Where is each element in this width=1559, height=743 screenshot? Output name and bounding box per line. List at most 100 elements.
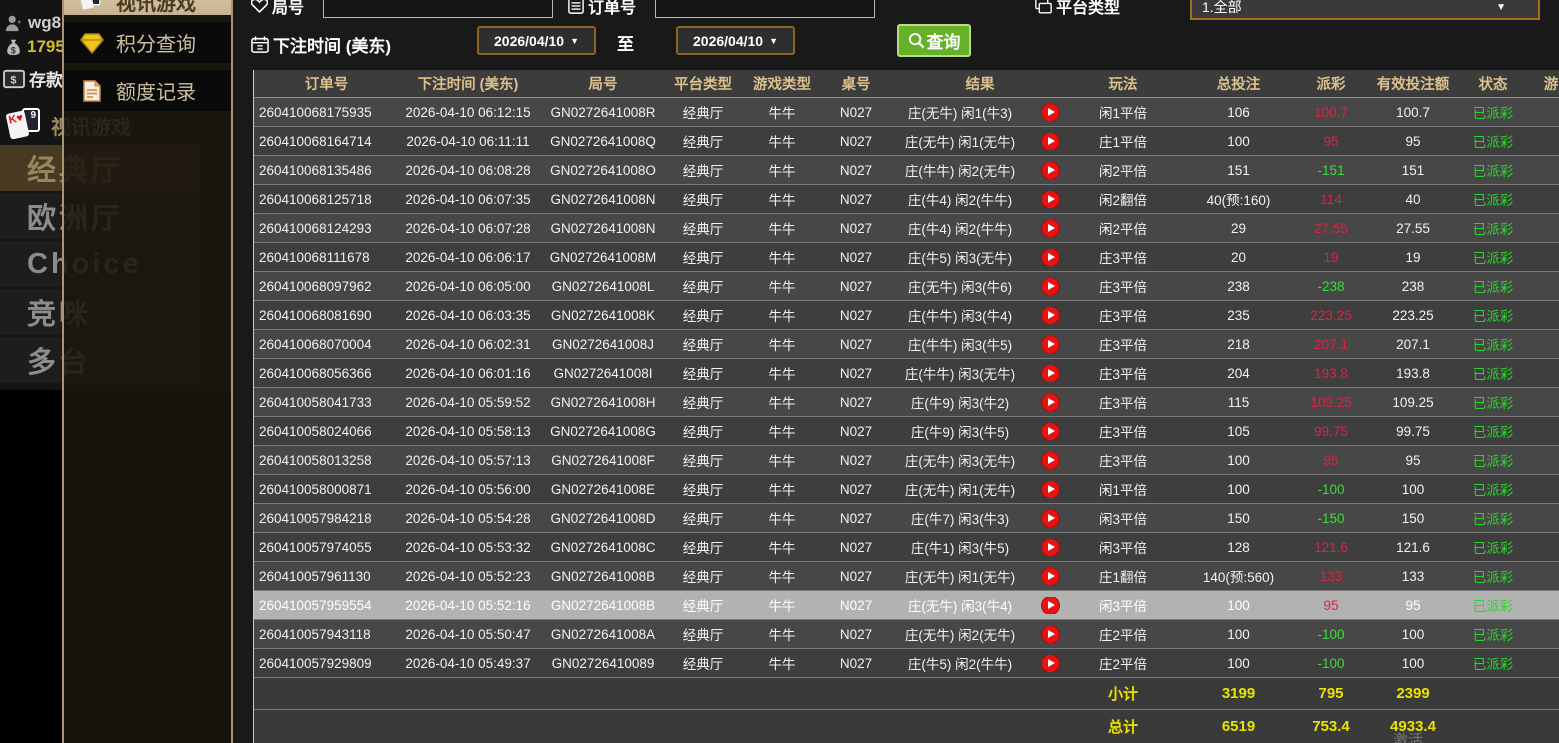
replay-icon[interactable] <box>1042 452 1059 469</box>
game-type: 牛牛 <box>742 276 822 296</box>
replay-icon[interactable] <box>1042 365 1059 382</box>
total-bet: 100 <box>1176 482 1301 497</box>
app-window: * wg8 $ 1795 $ 存款 9K♥ 视讯游戏 经典厅欧洲厅Choice竞… <box>0 0 1559 743</box>
bet-time-label-group: 下注时间 (美东) <box>251 32 391 57</box>
date-from-picker[interactable]: 2026/04/10 ▼ <box>477 26 596 55</box>
table-row[interactable]: 2604100680979622026-04-10 06:05:00GN0272… <box>254 272 1559 301</box>
bet-time: 2026-04-10 06:02:31 <box>394 337 542 352</box>
play-cell <box>1030 626 1070 643</box>
round-number-input[interactable] <box>323 0 553 18</box>
table-row[interactable]: 2604100681759352026-04-10 06:12:15GN0272… <box>254 98 1559 127</box>
table-row[interactable]: 2604100579431182026-04-10 05:50:47GN0272… <box>254 620 1559 649</box>
table-row[interactable]: 2604100580132582026-04-10 05:57:13GN0272… <box>254 446 1559 475</box>
table-row[interactable]: 2604100681257182026-04-10 06:07:35GN0272… <box>254 185 1559 214</box>
order-number-label: 订单号 <box>588 0 636 18</box>
table-row[interactable]: 2604100580008712026-04-10 05:56:00GN0272… <box>254 475 1559 504</box>
play-cell <box>1030 539 1070 556</box>
status-badge: 已派彩 <box>1465 305 1521 325</box>
replay-icon[interactable] <box>1042 539 1059 556</box>
play-cell <box>1030 597 1070 614</box>
column-header: 游 <box>1521 73 1559 94</box>
table-row[interactable]: 2604100680563662026-04-10 06:01:16GN0272… <box>254 359 1559 388</box>
status-badge: 已派彩 <box>1465 218 1521 238</box>
replay-icon[interactable] <box>1042 423 1059 440</box>
round-number: GN0272641008H <box>542 395 664 410</box>
play-method: 庄3平倍 <box>1070 247 1176 267</box>
platform-type: 经典厅 <box>664 247 742 267</box>
table-row[interactable]: 2604100680816902026-04-10 06:03:35GN0272… <box>254 301 1559 330</box>
replay-icon[interactable] <box>1042 597 1059 614</box>
table-row[interactable]: 2604100681242932026-04-10 06:07:28GN0272… <box>254 214 1559 243</box>
status-badge: 已派彩 <box>1465 479 1521 499</box>
replay-icon[interactable] <box>1042 220 1059 237</box>
table-number: N027 <box>822 134 890 149</box>
replay-icon[interactable] <box>1042 191 1059 208</box>
column-header: 下注时间 (美东) <box>394 73 542 94</box>
game-result: 庄(无牛) 闲3(牛6) <box>890 276 1030 296</box>
column-header: 桌号 <box>822 73 890 94</box>
replay-icon[interactable] <box>1042 249 1059 266</box>
table-row[interactable]: 2604100579611302026-04-10 05:52:23GN0272… <box>254 562 1559 591</box>
table-number: N027 <box>822 366 890 381</box>
replay-icon[interactable] <box>1042 568 1059 585</box>
payout: -151 <box>1301 163 1361 178</box>
table-row[interactable]: 2604100681116782026-04-10 06:06:17GN0272… <box>254 243 1559 272</box>
game-type: 牛牛 <box>742 160 822 180</box>
order-number: 260410068097962 <box>254 279 394 294</box>
platform-type-select[interactable]: 1.全部 ▼ <box>1190 0 1540 20</box>
payout: 19 <box>1301 250 1361 265</box>
replay-icon[interactable] <box>1042 307 1059 324</box>
table-row[interactable]: 2604100680700042026-04-10 06:02:31GN0272… <box>254 330 1559 359</box>
status-badge: 已派彩 <box>1465 653 1521 673</box>
menu-item-quota-record[interactable]: 额度记录 <box>64 70 231 111</box>
order-number: 260410057984218 <box>254 511 394 526</box>
table-number: N027 <box>822 163 890 178</box>
game-type: 牛牛 <box>742 537 822 557</box>
table-row[interactable]: 2604100580417332026-04-10 05:59:52GN0272… <box>254 388 1559 417</box>
order-number-input[interactable] <box>655 0 875 18</box>
replay-icon[interactable] <box>1042 162 1059 179</box>
table-row[interactable]: 2604100681647142026-04-10 06:11:11GN0272… <box>254 127 1559 156</box>
valid-bet: 223.25 <box>1361 308 1465 323</box>
table-row[interactable]: 2604100579298092026-04-10 05:49:37GN0272… <box>254 649 1559 678</box>
menu-item-label: 视讯游戏 <box>116 0 196 16</box>
table-row[interactable]: 2604100579842182026-04-10 05:54:28GN0272… <box>254 504 1559 533</box>
replay-icon[interactable] <box>1042 278 1059 295</box>
round-number: GN0272641008J <box>542 337 664 352</box>
platform-type: 经典厅 <box>664 276 742 296</box>
total-bet: 100 <box>1176 453 1301 468</box>
table-row[interactable]: 2604100681354862026-04-10 06:08:28GN0272… <box>254 156 1559 185</box>
replay-icon[interactable] <box>1042 655 1059 672</box>
table-row[interactable]: 2604100580240662026-04-10 05:58:13GN0272… <box>254 417 1559 446</box>
replay-icon[interactable] <box>1042 481 1059 498</box>
total-bet: 238 <box>1176 279 1301 294</box>
replay-icon[interactable] <box>1042 104 1059 121</box>
subtotal-row: 小计31997952399 <box>254 678 1559 710</box>
play-cell <box>1030 365 1070 382</box>
payout: 223.25 <box>1301 308 1361 323</box>
menu-item-video-games[interactable]: 9K♥ 视讯游戏 <box>64 0 231 15</box>
replay-icon[interactable] <box>1042 510 1059 527</box>
replay-icon[interactable] <box>1042 133 1059 150</box>
platform-type-label: 平台类型 <box>1056 0 1120 18</box>
play-method: 庄2平倍 <box>1070 653 1176 673</box>
table-number: N027 <box>822 308 890 323</box>
play-cell <box>1030 307 1070 324</box>
table-row[interactable]: 2604100579595542026-04-10 05:52:16GN0272… <box>254 591 1559 620</box>
deposit-item[interactable]: $ 存款 <box>3 66 63 91</box>
table-row[interactable]: 2604100579740552026-04-10 05:53:32GN0272… <box>254 533 1559 562</box>
replay-icon[interactable] <box>1042 394 1059 411</box>
menu-item-points-query[interactable]: 积分查询 <box>64 22 231 63</box>
search-button[interactable]: 查询 <box>897 24 971 57</box>
replay-icon[interactable] <box>1042 336 1059 353</box>
total-bet: 100 <box>1176 134 1301 149</box>
bet-time: 2026-04-10 05:52:16 <box>394 598 542 613</box>
table-number: N027 <box>822 569 890 584</box>
play-cell <box>1030 220 1070 237</box>
round-number: GN0272641008B <box>542 569 664 584</box>
platform-type: 经典厅 <box>664 334 742 354</box>
game-type: 牛牛 <box>742 131 822 151</box>
replay-icon[interactable] <box>1042 626 1059 643</box>
payout: 207.1 <box>1301 337 1361 352</box>
date-to-picker[interactable]: 2026/04/10 ▼ <box>676 26 795 55</box>
